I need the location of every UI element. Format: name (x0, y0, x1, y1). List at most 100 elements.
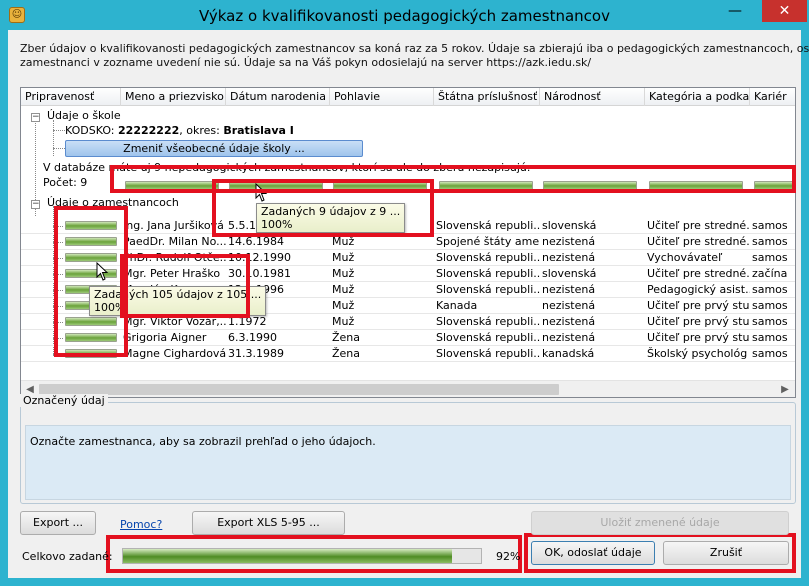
cell-gender: Muž (332, 251, 355, 264)
selected-item-legend: Označený údaj (20, 394, 108, 407)
cell-citizenship: Slovenská republi... (436, 219, 540, 232)
change-school-button[interactable]: Zmeniť všeobecné údaje školy ... (65, 140, 363, 157)
col-header-citizenship[interactable]: Štátna príslušnosť (434, 88, 540, 106)
cell-category: Učiteľ pre stredné... (647, 219, 750, 232)
minimize-icon: — (728, 3, 742, 19)
cell-gender: Muž (332, 283, 355, 296)
col-header-name[interactable]: Meno a priezvisko (121, 88, 226, 106)
cell-gender: Žena (332, 347, 361, 360)
cell-category: Učiteľ pre stredné... (647, 267, 750, 280)
cell-name: Magne Cighardová (123, 347, 226, 360)
window-title: Výkaz o kvalifikovanosti pedagogických z… (199, 7, 610, 25)
highlight-column-tooltip (212, 179, 434, 237)
cell-career: samos (752, 347, 788, 360)
kodsko-prefix: KODSKO: (65, 124, 119, 137)
help-link[interactable]: Pomoc? (120, 518, 162, 531)
scroll-right-icon[interactable]: ▶ (777, 383, 793, 396)
cell-nationality: slovenská (542, 267, 597, 280)
highlight-row-tooltip (120, 254, 250, 318)
export-xls-button[interactable]: Export XLS 5-95 ... (192, 511, 345, 535)
cell-citizenship: Slovenská republi... (436, 331, 540, 344)
total-label: Celkovo zadané: (22, 550, 113, 563)
okres-prefix: , okres: (179, 124, 224, 137)
minimize-button[interactable]: — (722, 0, 748, 22)
cell-career: samos (752, 251, 788, 264)
okres-value: Bratislava I (223, 124, 294, 137)
highlight-row-bars (54, 206, 128, 357)
tree-line (53, 148, 65, 149)
cell-nationality: nezistená (542, 299, 596, 312)
cell-nationality: nezistená (542, 251, 596, 264)
export-button[interactable]: Export ... (20, 511, 96, 535)
cell-name: PaedDr. Milan No... (123, 235, 226, 248)
col-header-nationality[interactable]: Národnosť (540, 88, 645, 106)
intro-line-1: Zber údajov o kvalifikovanosti pedagogic… (20, 42, 809, 55)
title-bar[interactable]: ☺ Výkaz o kvalifikovanosti pedagogických… (0, 0, 809, 30)
cell-nationality: nezistená (542, 235, 596, 248)
cell-category: Pedagogický asist... (647, 283, 750, 296)
cell-citizenship: Slovenská republi... (436, 251, 540, 264)
table-row[interactable]: Magne Cighardová 31.3.1989 Žena Slovenská r… (21, 346, 795, 362)
col-header-readiness[interactable]: Pripravenosť (21, 88, 121, 106)
cell-gender: Muž (332, 315, 355, 328)
horizontal-scrollbar[interactable]: ◀ ▶ (21, 380, 795, 397)
close-button[interactable]: ✕ (762, 0, 807, 22)
selected-item-message: Označte zamestnanca, aby sa zobrazil pre… (30, 435, 376, 448)
save-changes-button[interactable]: Uložiť zmenené údaje (531, 511, 789, 535)
cell-citizenship: Slovenská republi... (436, 347, 540, 360)
selected-item-details: Označte zamestnanca, aby sa zobrazil pre… (25, 425, 791, 500)
intro-text: Zber údajov o kvalifikovanosti pedagogic… (20, 42, 809, 70)
tree-line (53, 130, 65, 131)
cell-name: Ing. Jana Juršiková (123, 219, 224, 232)
table-row[interactable]: Grigoria Aigner 6.3.1990 Žena Slovenská rep… (21, 330, 795, 346)
cell-category: Učiteľ pre prvý stu... (647, 331, 750, 344)
close-icon: ✕ (778, 3, 791, 19)
cell-nationality: slovenská (542, 219, 597, 232)
cell-gender: Muž (332, 299, 355, 312)
total-progress-bar (122, 548, 482, 564)
kodsko-value: 22222222 (118, 124, 180, 137)
intro-line-2: zamestnanci v zozname uvedení nie sú. Úd… (20, 56, 592, 69)
employees-node-expander[interactable]: − (31, 200, 40, 209)
cell-career: samos (752, 315, 788, 328)
cell-career: začína (752, 267, 788, 280)
cell-category: Učiteľ pre stredné... (647, 235, 750, 248)
scrollbar-thumb[interactable] (39, 384, 559, 395)
cell-dob: 31.3.1989 (228, 347, 284, 360)
employee-grid[interactable]: Pripravenosť Meno a priezvisko Dátum nar… (20, 87, 796, 398)
cell-career: samos (752, 299, 788, 312)
cancel-button[interactable]: Zrušiť (663, 541, 789, 565)
cell-nationality: kanadská (542, 347, 595, 360)
count-label: Počet: 9 (43, 176, 88, 189)
cell-gender: Žena (332, 331, 361, 344)
col-header-category[interactable]: Kategória a podka... (645, 88, 750, 106)
col-header-career[interactable]: Kariér (750, 88, 795, 106)
cell-category: Učiteľ pre prvý stu... (647, 315, 750, 328)
school-node-label[interactable]: Údaje o škole (47, 109, 121, 122)
cell-category: Učiteľ pre prvý stu... (647, 299, 750, 312)
col-header-gender[interactable]: Pohlavie (330, 88, 434, 106)
cell-gender: Muž (332, 267, 355, 280)
cell-dob: 6.3.1990 (228, 331, 277, 344)
school-info: KODSKO: 22222222, okres: Bratislava I (65, 124, 294, 137)
total-percent: 92% (496, 550, 521, 563)
school-node-expander[interactable]: − (31, 113, 40, 122)
cell-category: Školský psychológ (647, 347, 748, 360)
ok-send-button[interactable]: OK, odoslať údaje (531, 541, 655, 565)
col-header-dob[interactable]: Dátum narodenia (226, 88, 330, 106)
cell-category: Vychovávateľ (647, 251, 723, 264)
cell-citizenship: Slovenská republi... (436, 267, 540, 280)
app-window: ☺ Výkaz o kvalifikovanosti pedagogických… (0, 0, 809, 586)
grid-header: Pripravenosť Meno a priezvisko Dátum nar… (21, 88, 795, 106)
total-progress-fill (123, 549, 453, 563)
cell-citizenship: Spojené štáty ame... (436, 235, 540, 248)
tree-line (53, 120, 54, 156)
cell-nationality: nezistená (542, 283, 596, 296)
cell-nationality: nezistená (542, 331, 596, 344)
cell-citizenship: Slovenská republi... (436, 283, 540, 296)
cell-career: samos (752, 331, 788, 344)
cell-citizenship: Slovenská republi... (436, 315, 540, 328)
cell-name: Grigoria Aigner (123, 331, 207, 344)
cell-career: samos (752, 283, 788, 296)
cell-career: samos (752, 235, 788, 248)
